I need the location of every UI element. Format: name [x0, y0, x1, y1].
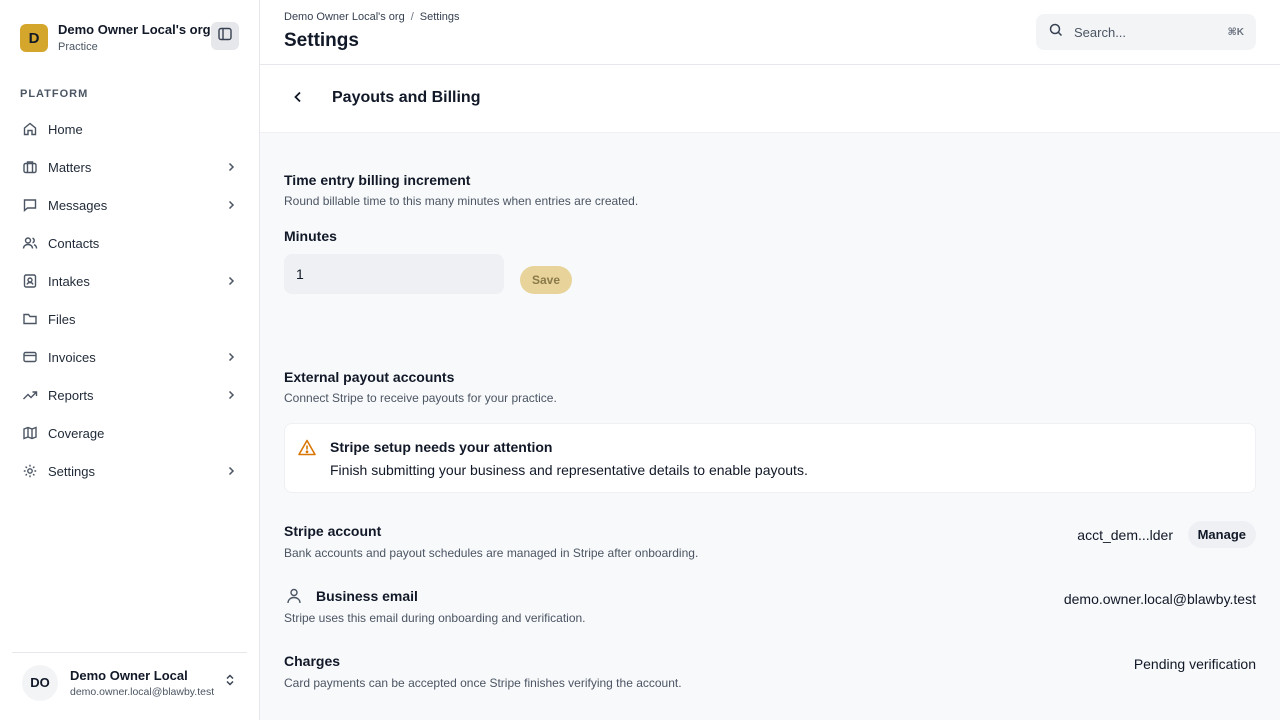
- home-icon: [22, 121, 38, 137]
- charges-description: Card payments can be accepted once Strip…: [284, 676, 682, 690]
- user-name: Demo Owner Local: [70, 667, 188, 683]
- chevron-right-icon: [224, 464, 238, 478]
- sidebar-item-label: Files: [48, 311, 76, 327]
- contact-card-icon: [22, 273, 38, 289]
- sidebar-item-settings[interactable]: Settings: [12, 452, 248, 490]
- top-bar: Demo Owner Local's org / Settings Settin…: [260, 0, 1280, 65]
- sidebar-item-label: Matters: [48, 159, 92, 175]
- sidebar-item-contacts[interactable]: Contacts: [12, 224, 248, 262]
- search-shortcut: ⌘K: [1227, 26, 1245, 38]
- warning-icon: [297, 438, 317, 458]
- sidebar-item-label: Invoices: [48, 349, 96, 365]
- sidebar-item-coverage[interactable]: Coverage: [12, 414, 248, 452]
- payout-accounts-description: Connect Stripe to receive payouts for yo…: [284, 391, 557, 405]
- stripe-account-description: Bank accounts and payout schedules are m…: [284, 546, 699, 560]
- gear-icon: [22, 463, 38, 479]
- sidebar-item-label: Coverage: [48, 425, 105, 441]
- search-icon: [1048, 22, 1064, 43]
- sidebar-item-home[interactable]: Home: [12, 110, 248, 148]
- message-icon: [22, 197, 38, 213]
- sidebar-item-label: Contacts: [48, 235, 100, 251]
- minutes-label: Minutes: [284, 228, 337, 244]
- map-icon: [22, 425, 38, 441]
- business-email-value: demo.owner.local@blawby.test: [1063, 591, 1256, 607]
- business-email-description: Stripe uses this email during onboarding…: [284, 611, 586, 625]
- alert-title: Stripe setup needs your attention: [330, 439, 553, 455]
- save-button[interactable]: Save: [520, 266, 572, 294]
- stripe-setup-alert: Stripe setup needs your attention Finish…: [284, 423, 1256, 493]
- breadcrumb-current[interactable]: Settings: [420, 11, 460, 23]
- sidebar-item-matters[interactable]: Matters: [12, 148, 248, 186]
- user-email: demo.owner.local@blawby.test: [70, 685, 215, 698]
- chevron-right-icon: [224, 160, 238, 174]
- avatar: DO: [22, 664, 58, 701]
- sidebar-item-label: Messages: [48, 197, 108, 213]
- section-header: Payouts and Billing: [260, 65, 1280, 133]
- org-avatar: D: [20, 24, 48, 52]
- users-icon: [22, 235, 38, 251]
- chevrons-up-down-icon: [223, 673, 237, 692]
- org-name: Demo Owner Local's org: [58, 22, 211, 37]
- sidebar-item-label: Home: [48, 121, 83, 137]
- org-switcher[interactable]: D Demo Owner Local's org Practice: [20, 22, 211, 54]
- chevron-right-icon: [224, 388, 238, 402]
- page-title: Settings: [284, 30, 359, 51]
- sidebar-item-invoices[interactable]: Invoices: [12, 338, 248, 376]
- manage-button[interactable]: Manage: [1187, 521, 1256, 548]
- billing-increment-description: Round billable time to this many minutes…: [284, 194, 639, 208]
- stripe-account-title: Stripe account: [284, 523, 382, 539]
- chevron-right-icon: [224, 198, 238, 212]
- chevron-right-icon: [224, 350, 238, 364]
- charges-title: Charges: [284, 653, 341, 669]
- sidebar-item-messages[interactable]: Messages: [12, 186, 248, 224]
- panel-left-icon: [217, 26, 233, 47]
- business-email-title: Business email: [316, 588, 418, 604]
- org-type: Practice: [58, 41, 98, 53]
- back-button[interactable]: [286, 89, 310, 109]
- sidebar-item-label: Settings: [48, 463, 95, 479]
- sidebar: D Demo Owner Local's org Practice PLATFO…: [0, 0, 260, 720]
- sidebar-toggle-button[interactable]: [211, 22, 239, 50]
- credit-card-icon: [22, 349, 38, 365]
- user-icon: [285, 587, 303, 610]
- sidebar-item-label: Reports: [48, 387, 94, 403]
- breadcrumb: Demo Owner Local's org / Settings: [284, 11, 460, 23]
- sidebar-nav: Home Matters Messages Contacts Intakes F…: [12, 110, 248, 490]
- charges-status: Pending verification: [1133, 656, 1256, 672]
- billing-increment-title: Time entry billing increment: [284, 172, 471, 188]
- trending-up-icon: [22, 387, 38, 403]
- sidebar-item-intakes[interactable]: Intakes: [12, 262, 248, 300]
- user-menu[interactable]: DO Demo Owner Local demo.owner.local@bla…: [12, 652, 247, 712]
- minutes-input[interactable]: 1: [284, 254, 504, 294]
- sidebar-item-label: Intakes: [48, 273, 90, 289]
- nav-section-label: PLATFORM: [20, 88, 89, 100]
- chevron-left-icon: [291, 90, 305, 109]
- briefcase-icon: [22, 159, 38, 175]
- chevron-right-icon: [224, 274, 238, 288]
- breadcrumb-separator: /: [410, 11, 414, 23]
- breadcrumb-org-link[interactable]: Demo Owner Local's org: [284, 11, 405, 23]
- payout-accounts-title: External payout accounts: [284, 369, 455, 385]
- sidebar-item-reports[interactable]: Reports: [12, 376, 248, 414]
- folder-icon: [22, 311, 38, 327]
- stripe-account-id: acct_dem...lder: [1077, 527, 1173, 543]
- sidebar-item-files[interactable]: Files: [12, 300, 248, 338]
- alert-body: Finish submitting your business and repr…: [330, 462, 808, 478]
- section-title: Payouts and Billing: [332, 89, 481, 106]
- search-placeholder: Search...: [1074, 24, 1127, 40]
- search-input[interactable]: Search... ⌘K: [1036, 14, 1256, 50]
